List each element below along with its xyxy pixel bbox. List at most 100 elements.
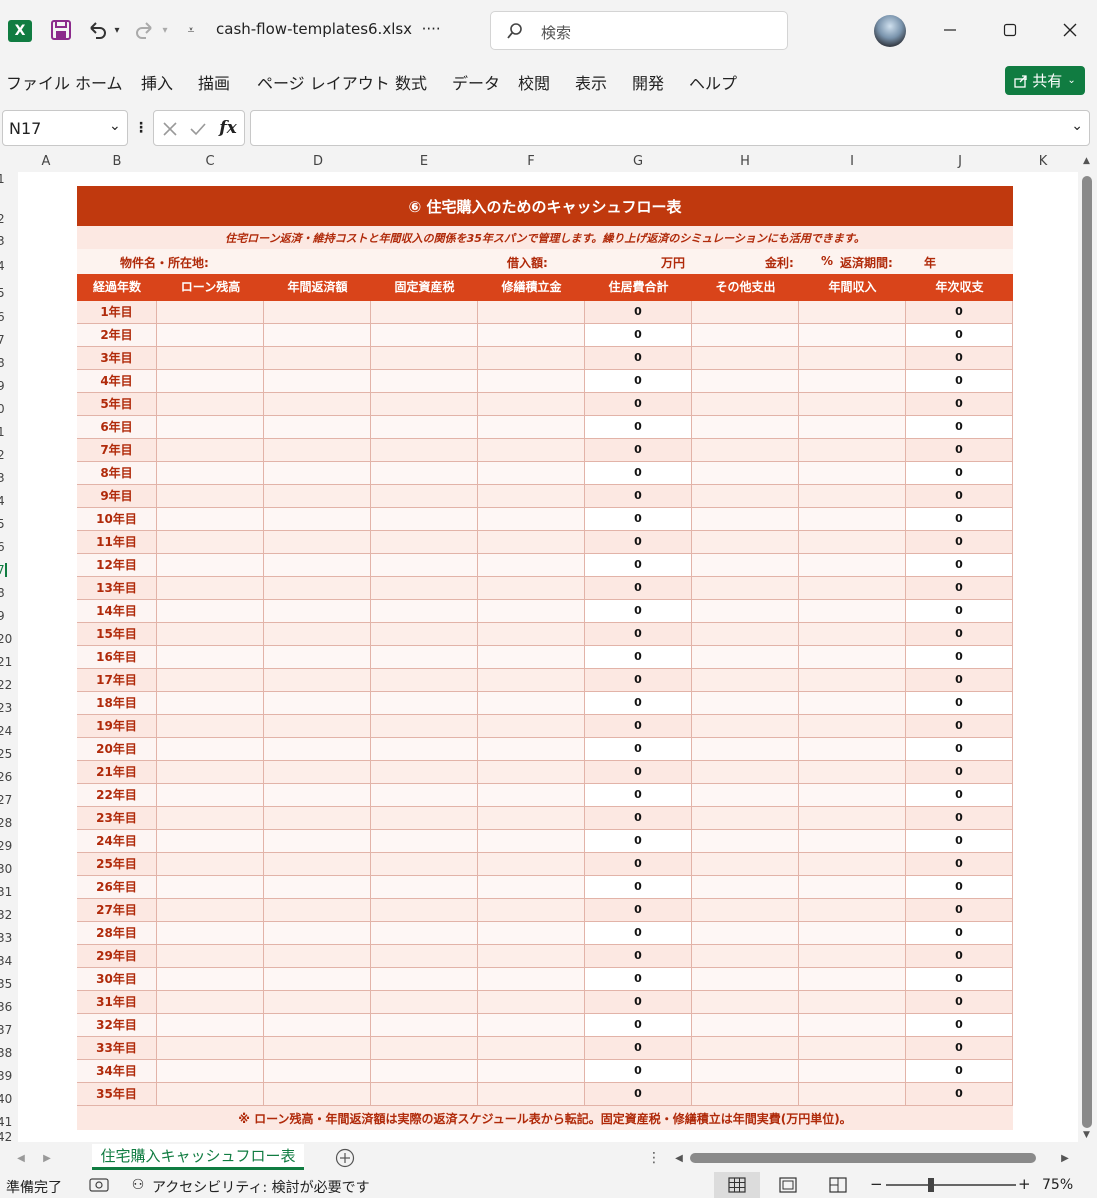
table-cell[interactable] (157, 715, 264, 738)
scroll-up-icon[interactable]: ▲ (1083, 156, 1090, 166)
undo-dropdown-icon[interactable]: ▾ (110, 22, 124, 38)
housing-total-cell[interactable]: 0 (585, 1060, 692, 1083)
table-cell[interactable] (371, 922, 478, 945)
annual-balance-cell[interactable]: 0 (906, 1060, 1013, 1083)
year-label-cell[interactable]: 27年目 (77, 899, 157, 922)
table-cell[interactable] (264, 370, 371, 393)
table-cell[interactable] (157, 1014, 264, 1037)
year-label-cell[interactable]: 8年目 (77, 462, 157, 485)
annual-balance-cell[interactable]: 0 (906, 761, 1013, 784)
column-header-h[interactable]: H (738, 154, 752, 169)
housing-total-cell[interactable]: 0 (585, 853, 692, 876)
table-cell[interactable] (692, 945, 799, 968)
table-cell[interactable] (478, 347, 585, 370)
row-header[interactable]: 34 (0, 954, 12, 968)
housing-total-cell[interactable]: 0 (585, 945, 692, 968)
housing-total-cell[interactable]: 0 (585, 1083, 692, 1106)
annual-balance-cell[interactable]: 0 (906, 876, 1013, 899)
table-cell[interactable] (799, 485, 906, 508)
year-label-cell[interactable]: 23年目 (77, 807, 157, 830)
table-cell[interactable] (478, 1060, 585, 1083)
table-cell[interactable] (692, 669, 799, 692)
tab-view[interactable]: 表示 (575, 70, 607, 94)
row-header[interactable]: 32 (0, 908, 12, 922)
worksheet[interactable]: ⑥ 住宅購入のためのキャッシュフロー表 住宅ローン返済・維持コストと年間収入の関… (18, 172, 1078, 1142)
table-cell[interactable] (157, 922, 264, 945)
year-label-cell[interactable]: 20年目 (77, 738, 157, 761)
tab-developer[interactable]: 開発 (632, 70, 664, 94)
accessibility-status[interactable]: アクセシビリティ: 検討が必要です (152, 1177, 370, 1197)
scroll-down-icon[interactable]: ▼ (1083, 1130, 1090, 1140)
row-header[interactable]: 36 (0, 1000, 12, 1014)
table-cell[interactable] (478, 692, 585, 715)
table-cell[interactable] (264, 692, 371, 715)
redo-icon[interactable] (132, 18, 158, 42)
table-cell[interactable] (799, 669, 906, 692)
row-header[interactable]: 2 (0, 448, 5, 462)
table-cell[interactable] (478, 945, 585, 968)
table-cell[interactable] (264, 1014, 371, 1037)
page-layout-view-icon[interactable] (778, 1176, 798, 1194)
table-cell[interactable] (157, 623, 264, 646)
year-label-cell[interactable]: 11年目 (77, 531, 157, 554)
table-cell[interactable] (371, 945, 478, 968)
table-cell[interactable] (692, 853, 799, 876)
year-label-cell[interactable]: 30年目 (77, 968, 157, 991)
search-box[interactable]: 検索 (490, 11, 788, 50)
table-cell[interactable] (799, 646, 906, 669)
loan-unit[interactable]: 万円 (661, 254, 685, 271)
housing-total-cell[interactable]: 0 (585, 416, 692, 439)
tab-split-handle-icon[interactable]: ⋮ (647, 1148, 661, 1168)
table-cell[interactable] (478, 922, 585, 945)
tab-help[interactable]: ヘルプ (689, 70, 737, 94)
table-cell[interactable] (799, 807, 906, 830)
row-header-selected[interactable]: 7 (0, 563, 7, 577)
table-cell[interactable] (371, 1060, 478, 1083)
horizontal-scrollbar-thumb[interactable] (690, 1153, 1036, 1163)
row-header[interactable]: 38 (0, 1046, 12, 1060)
housing-total-cell[interactable]: 0 (585, 301, 692, 324)
row-header[interactable]: 33 (0, 931, 12, 945)
table-cell[interactable] (264, 416, 371, 439)
annual-balance-cell[interactable]: 0 (906, 416, 1013, 439)
table-cell[interactable] (371, 738, 478, 761)
row-header[interactable]: 3 (0, 234, 5, 248)
year-label-cell[interactable]: 22年目 (77, 784, 157, 807)
table-cell[interactable] (371, 370, 478, 393)
table-cell[interactable] (371, 784, 478, 807)
table-cell[interactable] (478, 416, 585, 439)
table-cell[interactable] (371, 416, 478, 439)
table-cell[interactable] (478, 393, 585, 416)
annual-balance-cell[interactable]: 0 (906, 462, 1013, 485)
table-cell[interactable] (478, 623, 585, 646)
year-label-cell[interactable]: 3年目 (77, 347, 157, 370)
annual-balance-cell[interactable]: 0 (906, 1083, 1013, 1106)
scroll-right-icon[interactable]: ▶ (1058, 1150, 1072, 1166)
table-cell[interactable] (157, 301, 264, 324)
row-header[interactable]: 35 (0, 977, 12, 991)
row-header[interactable]: 5 (0, 517, 5, 531)
table-cell[interactable] (371, 899, 478, 922)
header-annual-balance[interactable]: 年次収支 (906, 274, 1013, 301)
annual-balance-cell[interactable]: 0 (906, 600, 1013, 623)
table-cell[interactable] (371, 761, 478, 784)
year-label-cell[interactable]: 9年目 (77, 485, 157, 508)
table-cell[interactable] (371, 715, 478, 738)
table-cell[interactable] (264, 1083, 371, 1106)
row-header[interactable]: 8 (0, 586, 5, 600)
table-cell[interactable] (478, 485, 585, 508)
row-header[interactable]: 20 (0, 632, 12, 646)
table-cell[interactable] (264, 830, 371, 853)
table-cell[interactable] (692, 991, 799, 1014)
column-header-i[interactable]: I (845, 154, 859, 169)
table-cell[interactable] (478, 370, 585, 393)
housing-total-cell[interactable]: 0 (585, 807, 692, 830)
add-sheet-icon[interactable] (335, 1148, 355, 1168)
table-cell[interactable] (264, 646, 371, 669)
table-cell[interactable] (478, 462, 585, 485)
annual-balance-cell[interactable]: 0 (906, 807, 1013, 830)
annual-balance-cell[interactable]: 0 (906, 922, 1013, 945)
table-cell[interactable] (478, 761, 585, 784)
table-cell[interactable] (371, 1083, 478, 1106)
housing-total-cell[interactable]: 0 (585, 968, 692, 991)
